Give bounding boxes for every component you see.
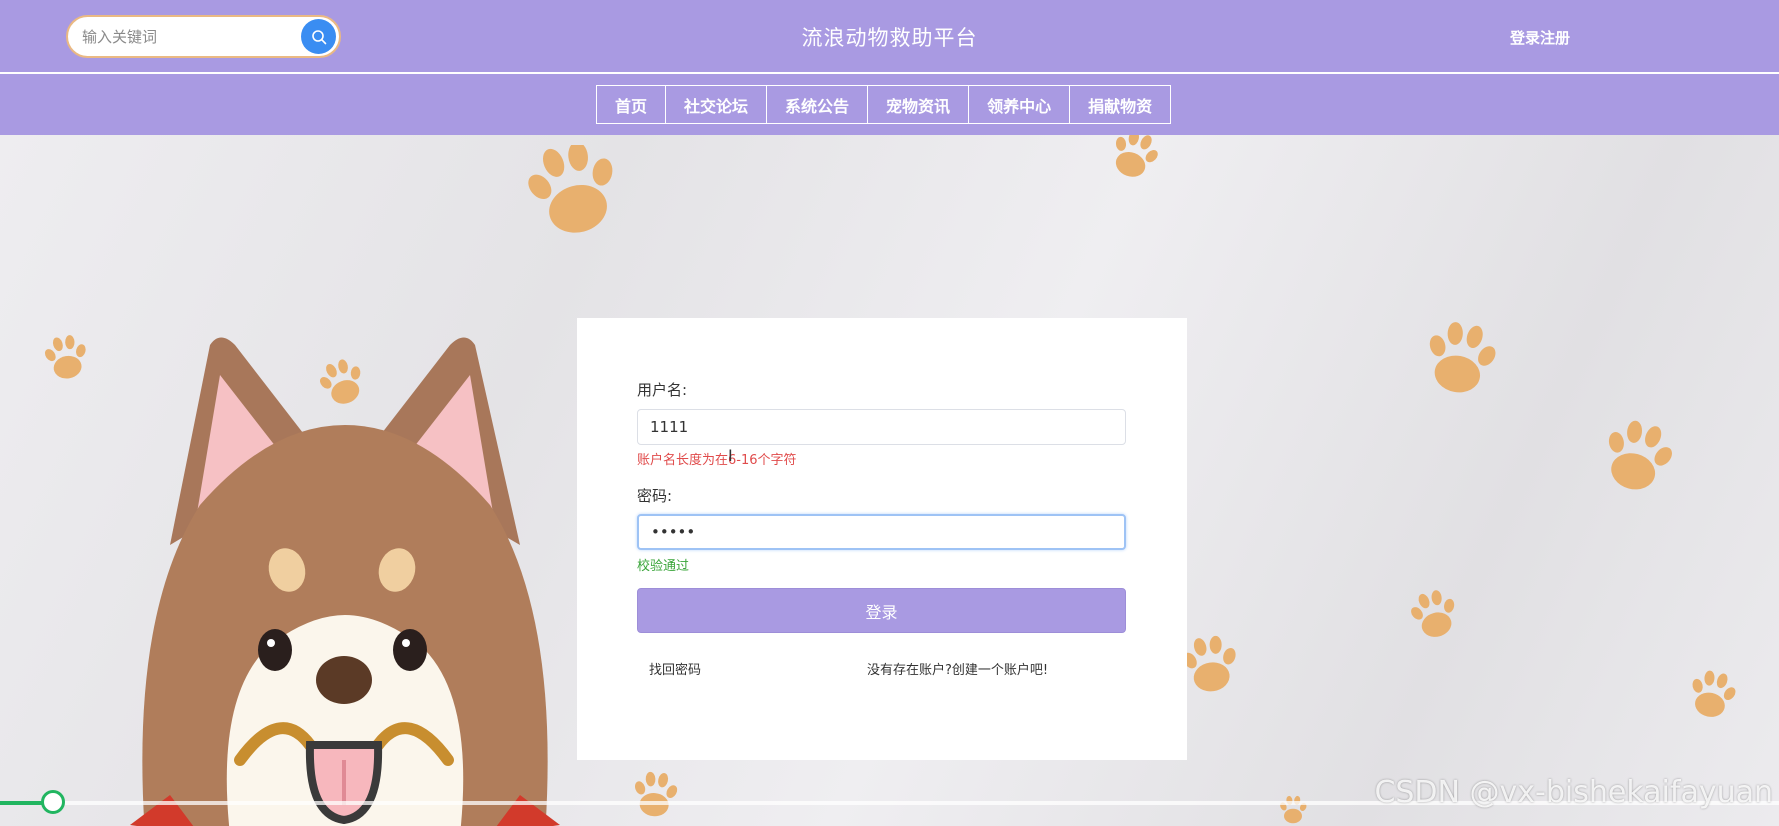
nav-item-adoption[interactable]: 领养中心	[968, 85, 1071, 124]
nav-item-donations[interactable]: 捐献物资	[1069, 85, 1172, 124]
paw-print-icon	[1684, 666, 1741, 722]
watermark: CSDN @vx-bishekaifayuan	[1374, 775, 1773, 810]
login-button[interactable]: 登录	[637, 588, 1126, 633]
paw-print-icon	[1600, 415, 1674, 498]
login-register-link[interactable]: 登录注册	[1510, 27, 1570, 48]
login-card: 用户名: 账户名长度为在6-16个字符 密码: 校验通过 登录 找回密码 没有存…	[577, 318, 1187, 760]
paw-print-icon	[1422, 317, 1498, 399]
text-cursor-icon: I	[728, 446, 733, 465]
password-status-message: 校验通过	[637, 559, 690, 574]
username-label: 用户名:	[637, 381, 688, 399]
nav-item-home[interactable]: 首页	[596, 85, 667, 124]
main-nav: 首页 社交论坛 系统公告 宠物资讯 领养中心 捐献物资	[0, 74, 1779, 135]
nav-item-forum[interactable]: 社交论坛	[665, 85, 768, 124]
password-input[interactable]	[637, 514, 1126, 550]
nav-item-pet-news[interactable]: 宠物资讯	[867, 85, 970, 124]
username-input[interactable]	[637, 409, 1126, 445]
paw-print-icon	[1104, 135, 1164, 185]
paw-print-icon	[630, 769, 681, 819]
nav-list: 首页 社交论坛 系统公告 宠物资讯 领养中心 捐献物资	[596, 85, 1172, 124]
forgot-password-link[interactable]: 找回密码	[649, 659, 701, 678]
search-input[interactable]	[82, 25, 292, 49]
paw-print-icon	[1278, 795, 1308, 824]
create-account-link[interactable]: 没有存在账户?创建一个账户吧!	[867, 659, 1048, 678]
password-label: 密码:	[637, 487, 673, 505]
video-progress-handle[interactable]	[41, 790, 65, 814]
paw-print-icon	[1405, 585, 1464, 643]
search-icon	[311, 29, 326, 44]
top-header: 流浪动物救助平台 登录注册	[0, 0, 1779, 72]
search-box	[66, 15, 341, 58]
search-button[interactable]	[301, 19, 336, 54]
shiba-dog-illustration	[130, 337, 560, 826]
paw-print-icon	[40, 331, 93, 383]
paw-print-icon	[1180, 632, 1240, 696]
nav-item-announcements[interactable]: 系统公告	[766, 85, 869, 124]
username-error-message: 账户名长度为在6-16个字符	[637, 453, 797, 468]
paw-print-icon	[528, 145, 618, 235]
